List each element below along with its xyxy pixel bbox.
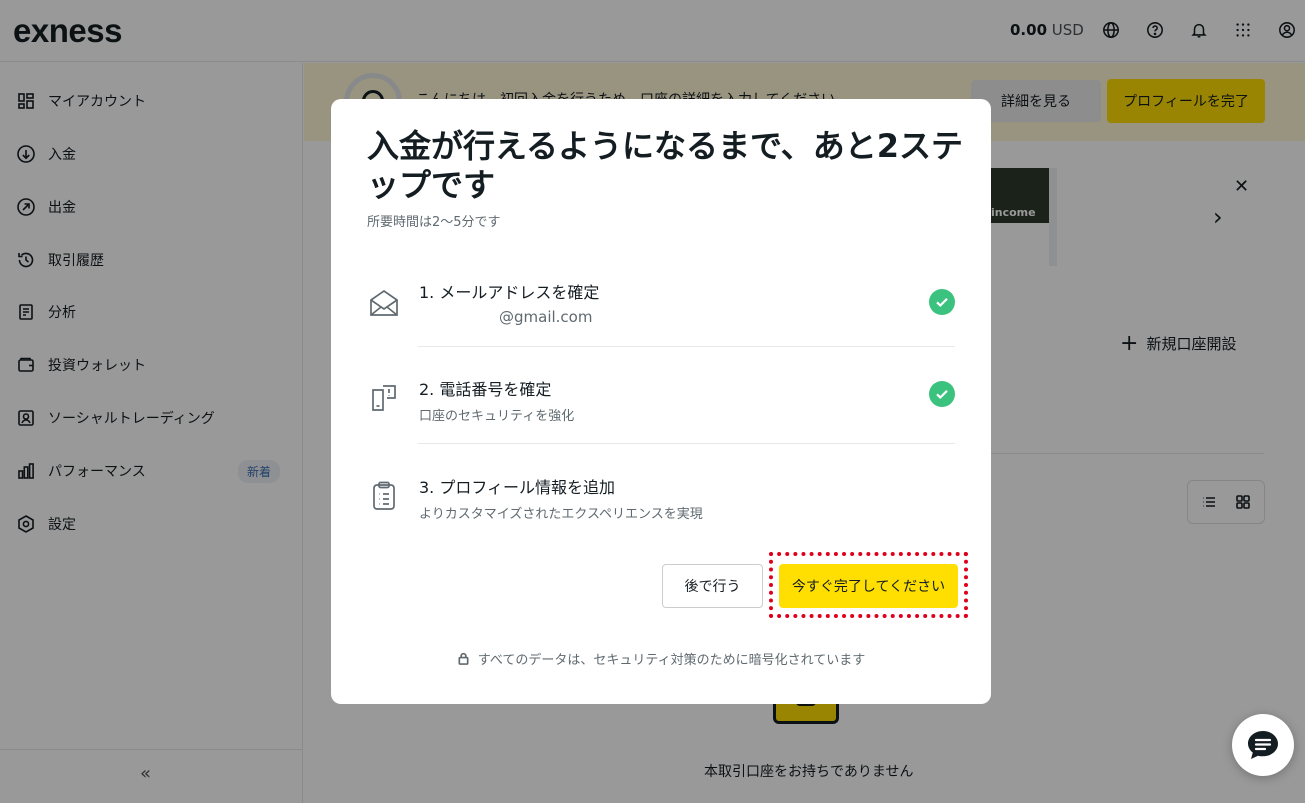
step-divider bbox=[418, 443, 955, 444]
check-icon bbox=[929, 289, 955, 315]
modal-subtitle: 所要時間は2～5分です bbox=[367, 215, 501, 230]
security-note-text: すべてのデータは、セキュリティ対策のために暗号化されています bbox=[477, 653, 866, 668]
step-desc: @gmail.com bbox=[499, 308, 593, 326]
clipboard-icon bbox=[367, 479, 401, 513]
step-title: 2. 電話番号を確定 bbox=[419, 380, 552, 399]
step-title: 1. メールアドレスを確定 bbox=[419, 283, 600, 302]
lock-icon bbox=[458, 652, 469, 665]
later-button[interactable]: 後で行う bbox=[662, 564, 763, 608]
step-desc: 口座のセキュリティを強化 bbox=[419, 409, 575, 424]
phone-verify-icon bbox=[367, 382, 401, 416]
chat-button[interactable] bbox=[1232, 714, 1294, 776]
chat-icon bbox=[1248, 731, 1278, 759]
step-divider bbox=[418, 346, 955, 347]
step-title: 3. プロフィール情報を追加 bbox=[419, 478, 616, 497]
modal-title: 入金が行えるようになるまで、あと2ステップです bbox=[367, 127, 964, 204]
envelope-icon bbox=[367, 287, 401, 321]
step-desc: よりカスタマイズされたエクスペリエンスを実現 bbox=[419, 507, 703, 522]
verification-steps-modal: 入金が行えるようになるまで、あと2ステップです 所要時間は2～5分です 1. メ… bbox=[331, 99, 991, 704]
check-icon bbox=[929, 381, 955, 407]
security-note: すべてのデータは、セキュリティ対策のために暗号化されています bbox=[331, 649, 991, 668]
complete-now-button[interactable]: 今すぐ完了してください bbox=[779, 564, 958, 608]
